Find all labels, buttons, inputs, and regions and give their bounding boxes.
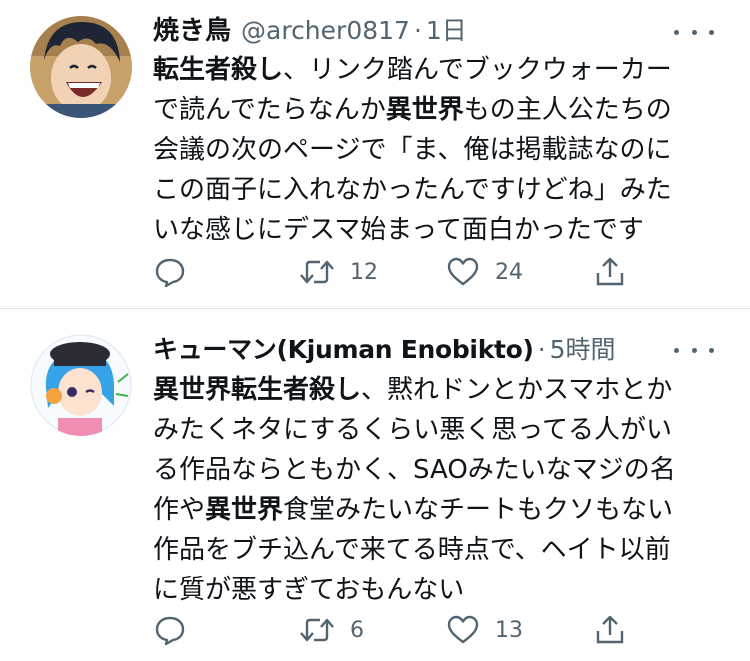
tweet-divider	[0, 308, 750, 309]
avatar[interactable]	[30, 334, 132, 436]
text-segment: る作品ならともかく、SAOみたいなマジの名	[153, 455, 676, 485]
text-segment: で読んでたらなんか	[153, 95, 386, 125]
like-count: 13	[495, 617, 523, 643]
like-count: 24	[495, 259, 523, 285]
text-segment: 作品をブチ込んで来てる時点で、ヘイト以前	[153, 535, 671, 565]
tweet-text: 異世界転生者殺し、黙れドンとかスマホとか みたくネタにするくらい悪く思ってる人が…	[153, 370, 723, 610]
tweet-header: キューマン(Kjuman Enobikto) · 5時間	[153, 330, 616, 370]
keyword-highlight: 異世界	[205, 495, 284, 525]
retweet-count: 12	[350, 259, 378, 285]
like-button[interactable]: 13	[445, 612, 523, 648]
heart-icon	[447, 257, 479, 286]
timestamp[interactable]: 1日	[426, 11, 467, 47]
share-icon	[596, 257, 624, 286]
text-segment: 食堂みたいなチートもクソもない	[283, 495, 674, 525]
retweet-button[interactable]: 6	[298, 612, 364, 648]
text-segment: 、黙れドンとかスマホとか	[361, 375, 673, 405]
timestamp[interactable]: 5時間	[550, 330, 616, 366]
tweet[interactable]: キューマン(Kjuman Enobikto) · 5時間 異世界転生者殺し、黙れ…	[0, 310, 750, 661]
keyword-highlight: 転生者殺し	[153, 55, 284, 85]
action-bar: 12 24	[153, 254, 653, 290]
share-icon	[596, 615, 624, 644]
display-name[interactable]: 焼き鳥	[153, 10, 231, 47]
user-handle[interactable]: @archer0817	[241, 16, 410, 45]
text-segment: もの主人公たちの	[463, 95, 672, 125]
avatar[interactable]	[30, 16, 132, 118]
keyword-highlight: 異世界転生者殺し	[153, 375, 362, 405]
heart-icon	[447, 615, 479, 644]
retweet-button[interactable]: 12	[298, 254, 378, 290]
keyword-highlight: 異世界	[385, 95, 464, 125]
retweet-count: 6	[350, 617, 364, 643]
reply-button[interactable]	[153, 612, 187, 648]
retweet-icon	[300, 260, 334, 284]
share-button[interactable]	[593, 254, 627, 290]
more-icon[interactable]	[674, 340, 714, 360]
more-icon[interactable]	[674, 22, 714, 42]
reply-button[interactable]	[153, 254, 187, 290]
text-segment: この面子に入れなかったんですけどね」みた	[153, 175, 672, 205]
text-segment: 、リンク踏んでブックウォーカー	[283, 55, 672, 85]
text-segment: に質が悪すぎておもんない	[153, 575, 465, 605]
reply-icon	[155, 616, 185, 646]
action-bar: 6 13	[153, 612, 653, 648]
share-button[interactable]	[593, 612, 627, 648]
tweet[interactable]: 焼き鳥 @archer0817 · 1日 転生者殺し、リンク踏んでブックウォーカ…	[0, 0, 750, 309]
text-segment: 会議の次のページで「ま、俺は掲載誌なのに	[153, 135, 672, 165]
reply-icon	[155, 258, 185, 288]
like-button[interactable]: 24	[445, 254, 523, 290]
text-segment: 作や	[153, 495, 206, 525]
separator-dot: ·	[537, 335, 546, 364]
retweet-icon	[300, 618, 334, 642]
text-segment: いな感じにデスマ始まって面白かったです	[153, 215, 644, 245]
tweet-header: 焼き鳥 @archer0817 · 1日	[153, 10, 467, 50]
display-name[interactable]: キューマン(Kjuman Enobikto)	[153, 330, 534, 366]
tweet-text: 転生者殺し、リンク踏んでブックウォーカー で読んでたらなんか異世界もの主人公たち…	[153, 50, 723, 250]
separator-dot: ·	[413, 16, 422, 45]
text-segment: みたくネタにするくらい悪く思ってる人がい	[153, 415, 672, 445]
